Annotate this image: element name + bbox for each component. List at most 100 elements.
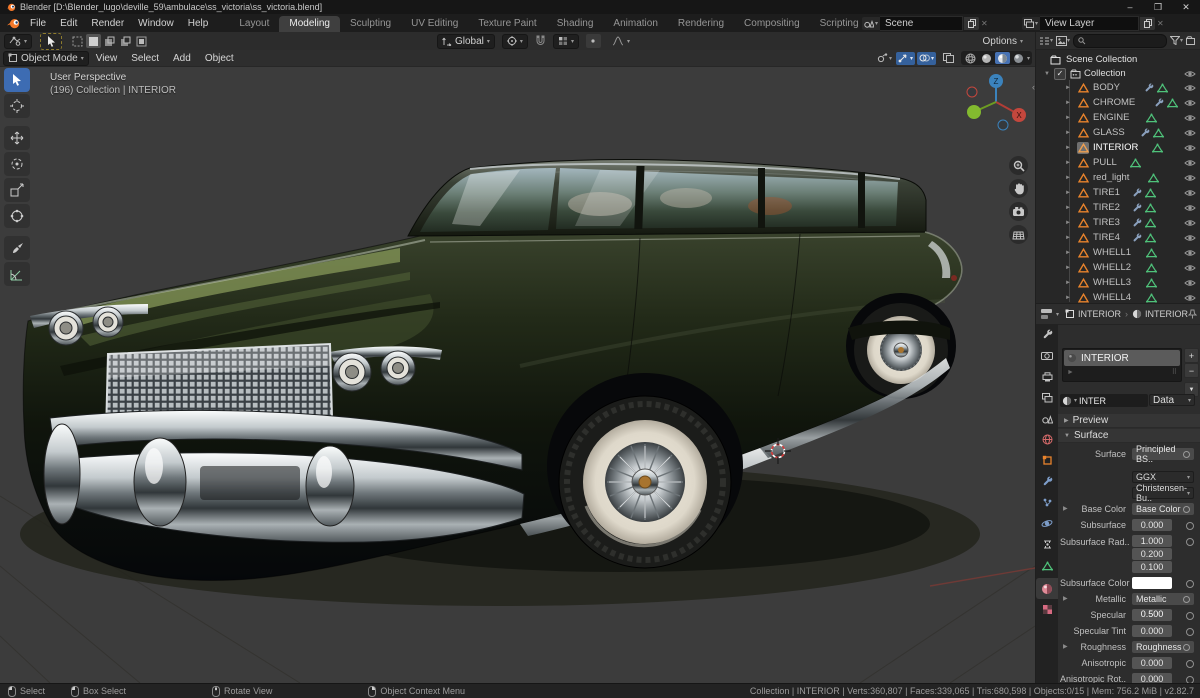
editor-type-icon[interactable] xyxy=(1040,308,1054,320)
tab-animation[interactable]: Animation xyxy=(603,16,667,32)
eye-icon[interactable] xyxy=(1184,249,1196,257)
base-color-button[interactable]: Base Color xyxy=(1132,503,1194,515)
decorator-dot[interactable] xyxy=(1186,660,1194,668)
outliner-search-input[interactable] xyxy=(1073,34,1167,48)
select-new-icon[interactable] xyxy=(86,34,101,48)
menu-window[interactable]: Window xyxy=(131,14,181,32)
tab-compositing[interactable]: Compositing xyxy=(734,16,810,32)
shading-wireframe-button[interactable] xyxy=(963,52,978,64)
menu-render[interactable]: Render xyxy=(84,14,131,32)
eye-icon[interactable] xyxy=(1184,219,1196,227)
outliner-item-tire2[interactable]: ►TIRE2 xyxy=(1036,200,1200,215)
menu-file[interactable]: File xyxy=(23,14,53,32)
outliner-collection[interactable]: ▼ ✓ Collection xyxy=(1036,66,1200,81)
tab-shading[interactable]: Shading xyxy=(547,16,604,32)
remove-view-layer-icon[interactable]: ✕ xyxy=(1157,19,1164,28)
outliner-item-whell2[interactable]: ►WHELL2 xyxy=(1036,260,1200,275)
eye-icon[interactable] xyxy=(1184,189,1196,197)
shading-material-button[interactable] xyxy=(995,52,1010,64)
view-layer-name-field[interactable]: View Layer xyxy=(1040,16,1139,31)
anisotropic-value[interactable]: 0.000 xyxy=(1132,657,1172,669)
eye-icon[interactable] xyxy=(1184,264,1196,272)
visibility-dropdown[interactable]: ▾ xyxy=(875,52,894,65)
subsurface-method-dropdown[interactable]: Christensen-Bu..▾ xyxy=(1132,487,1194,499)
outliner-item-tire3[interactable]: ►TIRE3 xyxy=(1036,215,1200,230)
subsurface-value[interactable]: 0.000 xyxy=(1132,519,1172,531)
viewport-3d[interactable]: Object Mode▾ View Select Add Object ▾ ▾ … xyxy=(0,50,1035,683)
panel-preview[interactable]: ▶Preview xyxy=(1058,414,1200,428)
overlays-dropdown[interactable]: ▾ xyxy=(917,52,936,65)
material-name-field[interactable]: INTER xyxy=(1079,396,1106,406)
unlink-scene-icon[interactable]: ✕ xyxy=(981,19,988,28)
outliner-item-whell1[interactable]: ►WHELL1 xyxy=(1036,245,1200,260)
material-slot-grip[interactable]: ►⠿ xyxy=(1063,367,1181,377)
orientation-dropdown[interactable]: Global▾ xyxy=(437,34,495,49)
radius-value-1[interactable]: 0.200 xyxy=(1132,548,1172,560)
menu-help[interactable]: Help xyxy=(181,14,216,32)
eye-icon[interactable] xyxy=(1184,279,1196,287)
tool-select-box[interactable] xyxy=(4,68,30,92)
outliner-item-tire4[interactable]: ►TIRE4 xyxy=(1036,230,1200,245)
tool-scale[interactable] xyxy=(4,178,30,202)
tool-annotate[interactable] xyxy=(4,236,30,260)
tool-transform[interactable] xyxy=(4,204,30,228)
options-dropdown[interactable]: Options▾ xyxy=(979,35,1027,48)
minimize-button[interactable]: – xyxy=(1116,0,1144,14)
outliner-item-red-light[interactable]: ►red_light xyxy=(1036,170,1200,185)
gizmos-dropdown[interactable]: ▾ xyxy=(896,52,915,65)
outliner-item-tire1[interactable]: ►TIRE1 xyxy=(1036,185,1200,200)
panel-surface[interactable]: ▼Surface xyxy=(1058,429,1200,443)
snap-target-dropdown[interactable]: ▾ xyxy=(553,34,579,49)
radius-value-0[interactable]: 1.000 xyxy=(1132,535,1172,547)
outliner-item-whell4[interactable]: ►WHELL4 xyxy=(1036,290,1200,303)
tool-move[interactable] xyxy=(4,126,30,150)
outliner-item-glass[interactable]: ►GLASS xyxy=(1036,125,1200,140)
specular-tint-value[interactable]: 0.000 xyxy=(1132,625,1172,637)
outliner-filter-funnel[interactable]: ▾ xyxy=(1170,36,1183,45)
shading-solid-button[interactable] xyxy=(979,52,994,64)
outliner-item-pull[interactable]: ►PULL xyxy=(1036,155,1200,170)
remove-material-slot-button[interactable]: − xyxy=(1184,363,1199,378)
breadcrumb-object[interactable]: INTERIOR xyxy=(1078,309,1121,319)
camera-view-button[interactable] xyxy=(1009,202,1028,221)
viewport-menu-select[interactable]: Select xyxy=(124,53,166,64)
viewport-menu-object[interactable]: Object xyxy=(198,53,241,64)
decorator-dot[interactable] xyxy=(1186,628,1194,636)
eye-icon[interactable] xyxy=(1184,204,1196,212)
eye-icon[interactable] xyxy=(1184,144,1196,152)
perspective-toggle-button[interactable] xyxy=(1009,225,1028,244)
outliner-item-chrome[interactable]: ►CHROME xyxy=(1036,95,1200,110)
maximize-button[interactable]: ❒ xyxy=(1144,0,1172,14)
eye-icon[interactable] xyxy=(1184,114,1196,122)
outliner-item-whell3[interactable]: ►WHELL3 xyxy=(1036,275,1200,290)
snap-magnet-icon[interactable] xyxy=(535,35,546,47)
distribution-dropdown[interactable]: GGX▾ xyxy=(1132,471,1194,483)
radius-value-2[interactable]: 0.100 xyxy=(1132,561,1172,573)
pan-button[interactable] xyxy=(1009,179,1028,198)
tab-sculpting[interactable]: Sculpting xyxy=(340,16,401,32)
tab-texture-paint[interactable]: Texture Paint xyxy=(468,16,546,32)
decorator-dot[interactable] xyxy=(1186,612,1194,620)
scene-name-field[interactable]: Scene xyxy=(880,16,963,31)
surface-shader-button[interactable]: Principled BS.. xyxy=(1132,448,1194,460)
pivot-dropdown[interactable]: ▾ xyxy=(502,34,528,49)
metallic-button[interactable]: Metallic xyxy=(1132,593,1194,605)
select-intersect-icon[interactable] xyxy=(134,34,149,48)
xray-toggle[interactable] xyxy=(941,52,956,65)
active-tool-button[interactable] xyxy=(40,33,62,50)
select-tweak-icon[interactable] xyxy=(70,34,85,48)
eye-icon[interactable] xyxy=(1184,84,1196,92)
blender-logo-icon[interactable] xyxy=(6,17,21,30)
tool-rotate[interactable] xyxy=(4,152,30,176)
tab-modeling[interactable]: Modeling xyxy=(279,16,340,32)
eye-icon[interactable] xyxy=(1184,70,1196,78)
material-icon[interactable] xyxy=(1062,396,1072,406)
select-subtract-icon[interactable] xyxy=(118,34,133,48)
roughness-button[interactable]: Roughness xyxy=(1132,641,1194,653)
breadcrumb-material[interactable]: INTERIOR xyxy=(1145,309,1188,319)
zoom-button[interactable] xyxy=(1009,156,1028,175)
editor-type-selector[interactable]: ▾ xyxy=(4,34,32,49)
outliner-filter-dropdown[interactable]: ▾ xyxy=(1039,36,1053,46)
specular-slider[interactable]: 0.500 xyxy=(1132,609,1172,621)
decorator-dot[interactable] xyxy=(1186,522,1194,530)
